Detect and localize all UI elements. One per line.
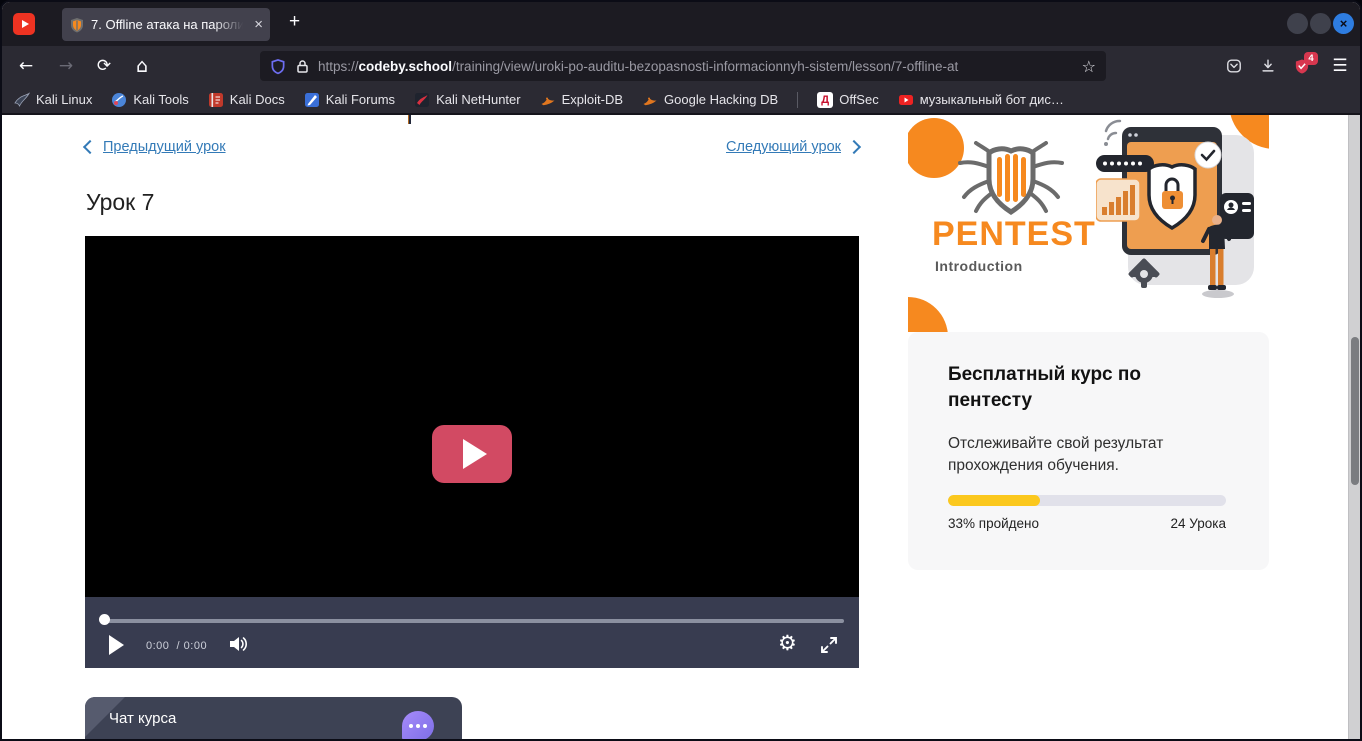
bookmark-music-bot[interactable]: музыкальный бот дис… [898,92,1064,108]
navigation-toolbar: ← → ⟳ ⌂ https://codeby.school/training/v… [2,46,1360,86]
video-player: 0:00 / 0:00 ⚙ [85,236,859,668]
seek-knob[interactable] [99,614,110,625]
volume-icon[interactable] [228,634,250,654]
play-button[interactable] [109,635,124,655]
progress-bar [948,495,1226,506]
lesson-title: Урок 7 [86,189,154,216]
url-text[interactable]: https://codeby.school/training/view/urok… [318,59,1074,74]
active-tab[interactable]: 7. Offline атака на пароли × [62,8,270,41]
big-play-button[interactable] [432,425,512,483]
bookmark-kali-nethunter[interactable]: Kali NetHunter [414,92,521,108]
offsec-icon: Д [817,92,833,108]
lesson-navigation: Предыдущий урок Следующий урок [85,139,859,161]
pentest-spider-logo-icon [956,141,1066,219]
google-hacking-db-icon [642,92,658,108]
bookmark-kali-linux[interactable]: Kali Linux [14,92,92,108]
home-button[interactable]: ⌂ [130,54,154,78]
titlebar: 7. Offline атака на пароли × + × [2,2,1360,46]
bookmarks-separator [797,92,798,108]
next-lesson-link[interactable]: Следующий урок [726,139,859,155]
codeby-favicon-icon [69,17,85,33]
progress-percent-label: 33% пройдено [948,516,1039,531]
course-card-description: Отслеживайте свой результат прохождения … [948,433,1208,478]
bookmark-star-icon[interactable]: ☆ [1082,57,1096,76]
maximize-button[interactable] [1310,13,1331,34]
seek-bar[interactable] [104,619,844,623]
page-content: Предыдущий урок Следующий урок Урок 7 0:… [2,115,1360,739]
page-scrollbar[interactable] [1348,115,1360,739]
fullscreen-icon[interactable] [819,635,839,655]
course-chat-card[interactable]: Чат курса [85,697,462,739]
url-bar[interactable]: https://codeby.school/training/view/urok… [260,51,1106,81]
pinned-tab-youtube[interactable] [13,13,35,35]
extension-badge: 4 [1304,52,1318,65]
video-area[interactable] [85,236,859,597]
bookmark-google-hacking-db[interactable]: Google Hacking DB [642,92,778,108]
course-banner: PENTEST Introduction [908,115,1269,332]
pentest-logo-title: PENTEST [932,215,1096,254]
settings-gear-icon[interactable]: ⚙ [778,631,797,655]
progress-fill [948,495,1040,506]
reload-button[interactable]: ⟳ [92,54,116,78]
youtube-play-icon [22,20,29,28]
bookmark-kali-forums[interactable]: Kali Forums [304,92,395,108]
kali-forums-icon [304,92,320,108]
player-controls: 0:00 / 0:00 ⚙ [85,597,859,668]
bookmark-offsec[interactable]: Д OffSec [817,92,879,108]
security-illustration [1096,117,1264,307]
tracking-shield-icon[interactable] [270,58,286,74]
back-button[interactable]: ← [14,54,38,78]
orange-blob-decoration [908,297,948,332]
previous-lesson-link[interactable]: Предыдущий урок [85,139,226,155]
scrollbar-thumb[interactable] [1351,337,1359,485]
pentest-logo-subtitle: Introduction [935,258,1023,274]
exploit-db-icon [540,92,556,108]
play-icon [463,439,487,469]
lock-icon[interactable] [294,58,310,74]
course-card-title: Бесплатный курс по пентесту [948,362,1198,413]
downloads-icon[interactable] [1260,58,1276,74]
chevron-right-icon [847,140,861,154]
bookmark-kali-tools[interactable]: Kali Tools [111,92,188,108]
chat-bubble-icon[interactable] [402,711,434,739]
minimize-button[interactable] [1287,13,1308,34]
tab-close-icon[interactable]: × [254,17,263,32]
clipped-heading-fragment [408,115,411,124]
pocket-icon[interactable] [1226,58,1242,74]
kali-nethunter-icon [414,92,430,108]
kali-docs-icon [208,92,224,108]
youtube-icon [898,92,914,108]
menu-icon[interactable]: ☰ [1328,54,1352,78]
bookmark-kali-docs[interactable]: Kali Docs [208,92,285,108]
adblock-extension-icon[interactable]: 4 [1294,58,1310,74]
tab-title: 7. Offline атака на пароли [91,17,248,32]
bookmarks-bar: Kali Linux Kali Tools Kali Docs Kali For… [2,86,1360,115]
forward-button[interactable]: → [54,54,78,78]
browser-window: 7. Offline атака на пароли × + × ← → ⟳ ⌂… [0,0,1362,741]
kali-linux-icon [14,92,30,108]
course-progress-card: Бесплатный курс по пентесту Отслеживайте… [908,332,1269,570]
lessons-count-label: 24 Урока [1171,516,1226,531]
new-tab-button[interactable]: + [289,11,300,33]
close-button[interactable]: × [1333,13,1354,34]
kali-tools-icon [111,92,127,108]
chat-title: Чат курса [109,710,176,727]
chevron-left-icon [83,140,97,154]
time-display: 0:00 / 0:00 [146,640,207,652]
bookmark-exploit-db[interactable]: Exploit-DB [540,92,623,108]
